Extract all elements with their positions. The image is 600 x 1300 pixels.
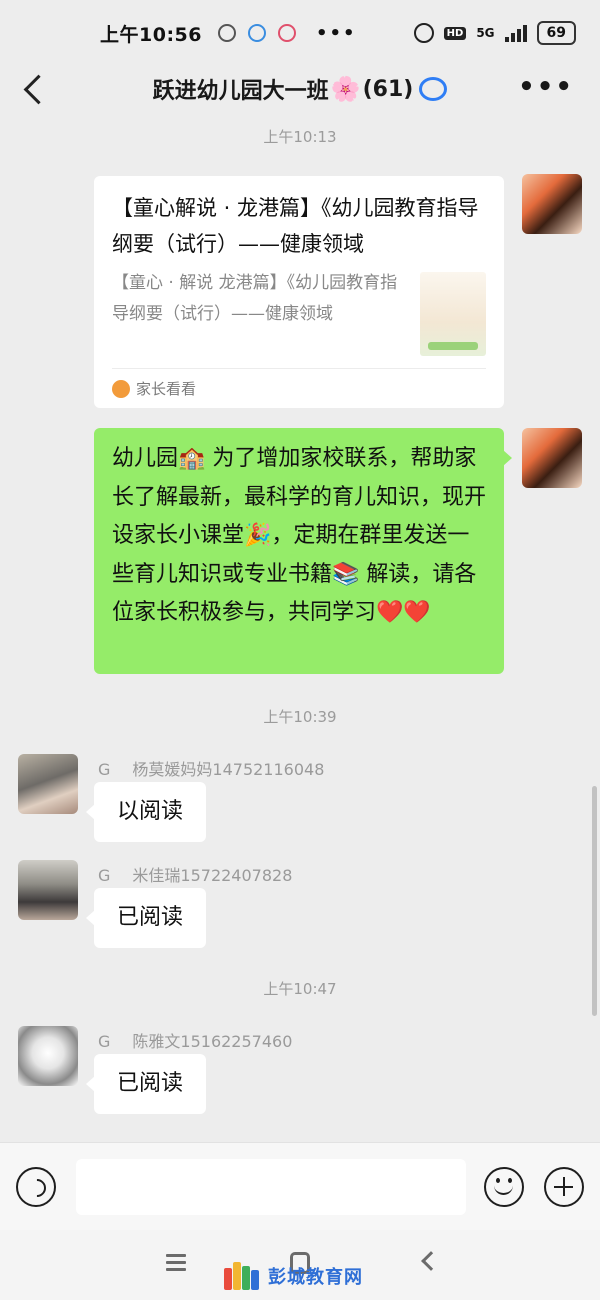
avatar[interactable] (522, 174, 582, 234)
alarm-icon (413, 23, 434, 43)
status-time: 上午10:56 (100, 23, 202, 46)
member-count: (61) (362, 76, 414, 102)
recent-apps-button[interactable] (166, 1254, 186, 1272)
timestamp: 上午10:39 (263, 708, 337, 726)
group-name: 跃进幼儿园大一班 (152, 79, 329, 104)
sender-name: G 米佳瑞15722407828 (98, 862, 292, 886)
card-thumbnail (420, 272, 486, 356)
more-notifications-icon: ••• (315, 22, 357, 44)
message-bubble[interactable]: 以阅读 (86, 782, 206, 842)
message-input[interactable] (76, 1159, 466, 1215)
card-title: 【童心解说 · 龙港篇】《幼儿园教育指导纲要（试行）——健康领域 (112, 196, 479, 256)
card-source-name: 家长看看 (136, 380, 197, 398)
sender-tag: G (98, 1032, 111, 1051)
system-back-button[interactable] (421, 1251, 441, 1271)
app-notification-icon (247, 24, 266, 42)
avatar[interactable] (18, 1026, 78, 1086)
card-body: 【童心 · 解说 龙港篇】《幼儿园教育指导纲要（试行）——健康领域 (112, 268, 486, 356)
tiktok-notification-icon (277, 24, 296, 42)
avatar[interactable] (18, 860, 78, 920)
avatar[interactable] (522, 428, 582, 488)
plus-icon[interactable] (544, 1167, 584, 1207)
signal-icon (504, 24, 527, 42)
timestamp: 上午10:47 (263, 980, 337, 998)
card-description: 【童心 · 解说 龙港篇】《幼儿园教育指导纲要（试行）——健康领域 (112, 273, 398, 324)
sender-tag: G (98, 760, 111, 779)
sender-nickname: 陈雅文15162257460 (132, 1032, 293, 1051)
hd-badge: HD (443, 26, 467, 40)
chat-header: 跃进幼儿园大一班 🌸 (61) ••• (0, 66, 600, 112)
status-indicators: HD 5G 69 (413, 21, 576, 45)
back-button[interactable] (20, 72, 54, 106)
sender-nickname: 杨莫媛妈妈14752116048 (132, 760, 325, 779)
watermark-text: 彭城教育网 (268, 1267, 363, 1288)
status-bar: 上午10:56 ••• HD 5G 69 (0, 0, 600, 66)
sender-nickname: 米佳瑞15722407828 (132, 866, 293, 885)
message-bubble[interactable]: 已阅读 (86, 888, 206, 948)
network-type: 5G (476, 26, 495, 40)
watermark: 彭城教育网 (222, 1258, 363, 1294)
announcement-bubble[interactable]: 幼儿园🏫 为了增加家校联系，帮助家长了解最新，最科学的育儿知识，现开设家长小课堂… (94, 428, 512, 674)
source-logo-icon (112, 379, 130, 398)
chat-title: 跃进幼儿园大一班 🌸 (61) (153, 73, 448, 105)
voice-input-icon[interactable] (16, 1167, 56, 1207)
scrollbar[interactable] (592, 786, 597, 1016)
card-source: 家长看看 (112, 368, 486, 408)
timestamp: 上午10:13 (263, 128, 337, 146)
sender-tag: G (98, 866, 111, 885)
watermark-books-icon (222, 1260, 262, 1292)
app-notification-icon (217, 24, 236, 42)
flower-emoji: 🌸 (330, 75, 361, 103)
more-options-button[interactable]: ••• (518, 72, 574, 102)
link-card[interactable]: 【童心解说 · 龙港篇】《幼儿园教育指导纲要（试行）——健康领域 【童心 · 解… (94, 176, 504, 408)
sender-name: G 陈雅文15162257460 (98, 1028, 292, 1052)
battery-indicator: 69 (536, 21, 576, 45)
avatar[interactable] (18, 754, 78, 814)
emoji-icon[interactable] (484, 1167, 524, 1207)
enterprise-chat-icon (419, 77, 448, 101)
input-bar (0, 1142, 600, 1230)
message-bubble[interactable]: 已阅读 (86, 1054, 206, 1114)
sender-name: G 杨莫媛妈妈14752116048 (98, 756, 324, 780)
